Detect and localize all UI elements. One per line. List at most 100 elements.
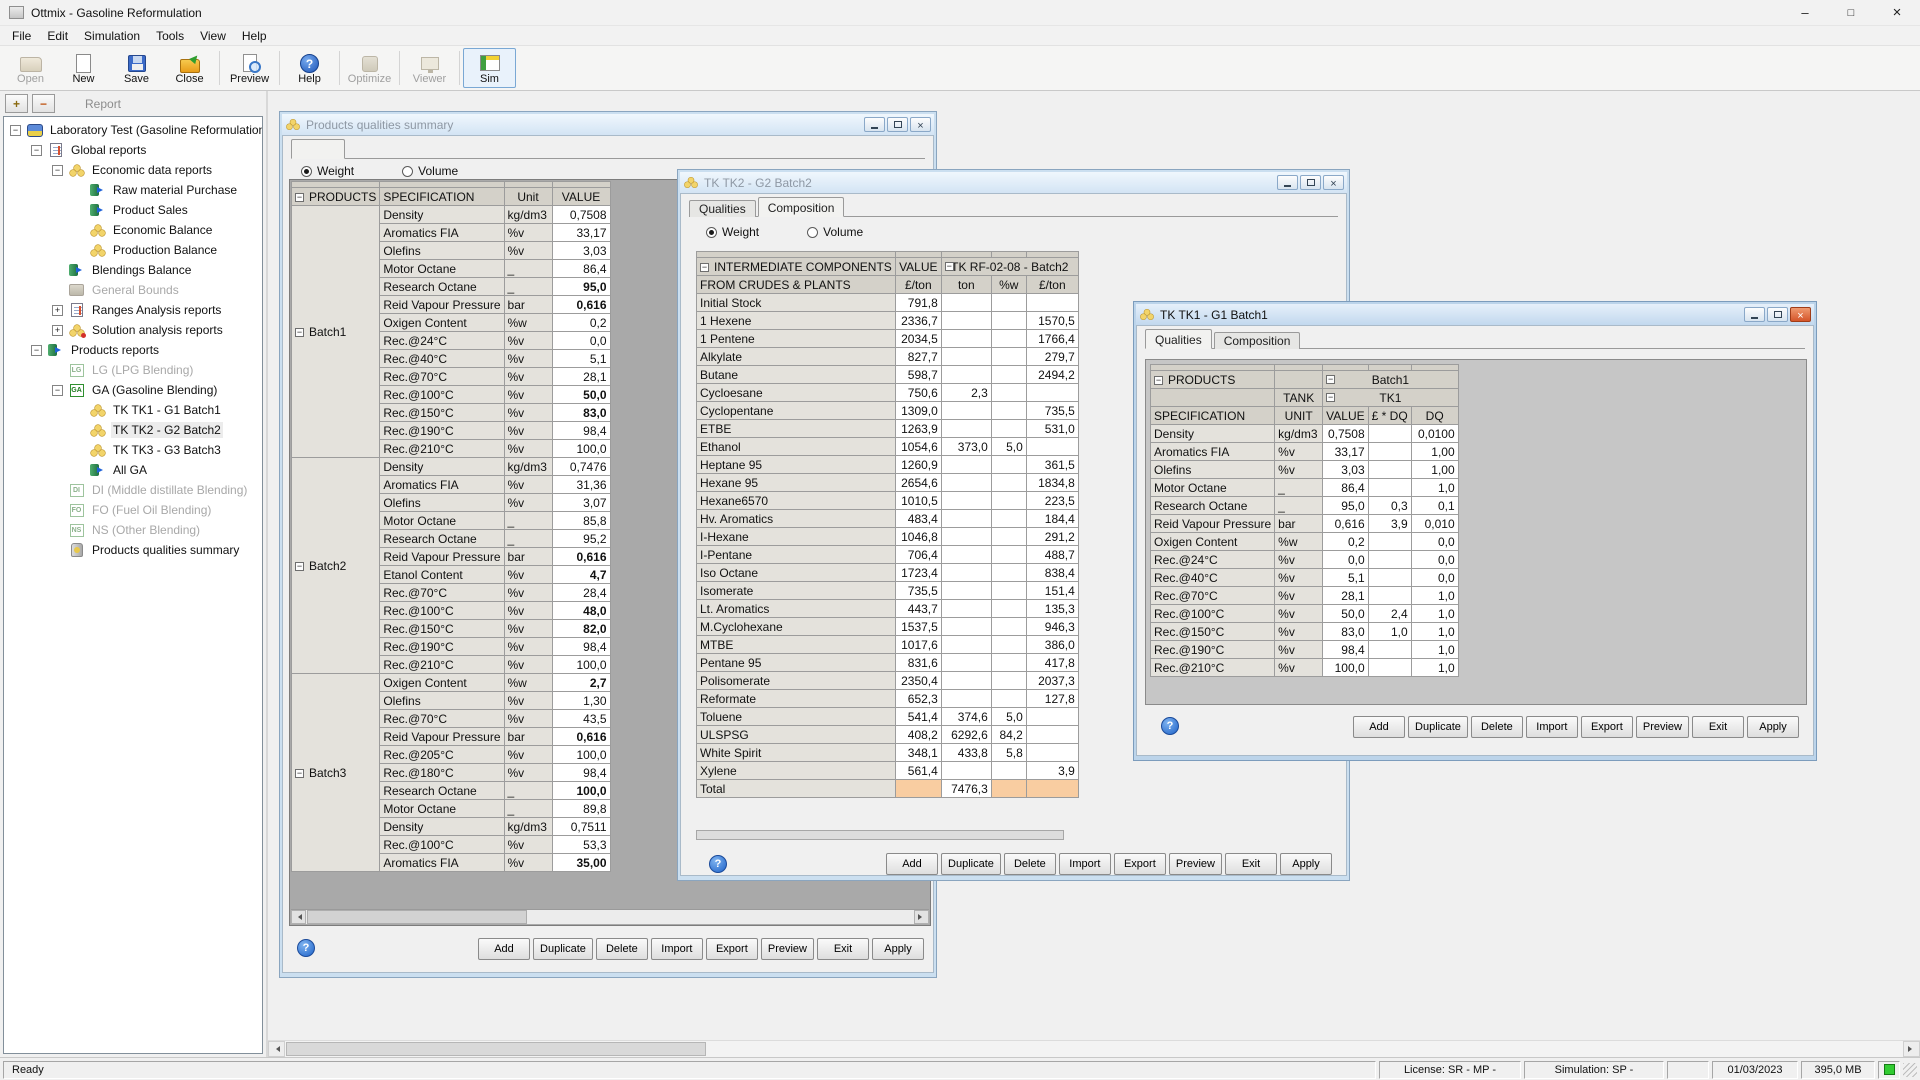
tk2-exit-button[interactable]: Exit [1225,853,1277,875]
unit-cell[interactable]: %v [1275,443,1323,461]
price-cell[interactable]: 386,0 [1026,636,1078,654]
unit-cell[interactable]: %v [504,692,552,710]
pw-cell[interactable] [991,636,1026,654]
window-titlebar[interactable]: TK TK1 - G1 Batch1 [1136,304,1814,325]
value-cell[interactable]: 2350,4 [895,672,941,690]
value-cell[interactable]: 50,0 [552,386,610,404]
tree-item[interactable]: Products qualities summary [4,540,262,560]
edq-cell[interactable] [1368,551,1411,569]
volume-radio[interactable]: Volume [807,225,863,239]
spec-cell[interactable]: Rec.@190°C [380,638,504,656]
spec-cell[interactable]: Olefins [1151,461,1275,479]
unit-cell[interactable]: %w [504,314,552,332]
value-cell[interactable]: 1309,0 [895,402,941,420]
ton-cell[interactable] [941,618,991,636]
price-cell[interactable] [1026,708,1078,726]
value-cell[interactable]: 1,30 [552,692,610,710]
value-cell[interactable]: 3,03 [1323,461,1368,479]
unit-header[interactable]: UNIT [1275,407,1323,425]
spec-cell[interactable]: Rec.@190°C [1151,641,1275,659]
unit-cell[interactable]: %v [1275,461,1323,479]
value-cell[interactable]: 0,2 [552,314,610,332]
total-cell[interactable] [1026,780,1078,798]
unit-cell[interactable]: bar [504,296,552,314]
dq-cell[interactable]: 1,00 [1411,461,1458,479]
price-cell[interactable] [1026,726,1078,744]
unit-cell[interactable]: _ [1275,497,1323,515]
value-cell[interactable]: 443,7 [895,600,941,618]
component-cell[interactable]: Hexane6570 [697,492,896,510]
window-restore-button[interactable] [887,117,908,132]
value-header[interactable]: VALUE [895,258,941,276]
tree-item[interactable]: −Global reports [4,140,262,160]
value-cell[interactable]: 0,7508 [552,206,610,224]
spec-cell[interactable]: Aromatics FIA [380,476,504,494]
unit-header[interactable]: £/ton [1026,276,1078,294]
dq-cell[interactable]: 1,0 [1411,605,1458,623]
close-button[interactable] [1874,0,1920,26]
tk1-delete-button[interactable]: Delete [1471,716,1523,738]
value-cell[interactable]: 0,7511 [552,818,610,836]
tab-summary[interactable] [291,139,345,159]
value-cell[interactable]: 0,7508 [1323,425,1368,443]
unit-cell[interactable]: %v [504,638,552,656]
spec-cell[interactable]: Rec.@100°C [380,602,504,620]
unit-cell[interactable]: %v [504,422,552,440]
tree-item[interactable]: NSNS (Other Blending) [4,520,262,540]
dq-cell[interactable]: 1,0 [1411,479,1458,497]
summary-exit-button[interactable]: Exit [817,938,869,960]
pw-cell[interactable] [991,384,1026,402]
spec-cell[interactable]: Oxigen Content [1151,533,1275,551]
menu-tools[interactable]: Tools [148,27,192,45]
unit-cell[interactable]: %v [504,710,552,728]
value-cell[interactable]: 95,0 [1323,497,1368,515]
pw-cell[interactable] [991,546,1026,564]
tree-item[interactable]: +Ranges Analysis reports [4,300,262,320]
collapse-icon[interactable] [295,193,304,202]
value-cell[interactable]: 0,616 [552,728,610,746]
tree-item[interactable]: −Products reports [4,340,262,360]
ton-cell[interactable] [941,528,991,546]
pw-cell[interactable] [991,294,1026,312]
spec-cell[interactable]: Aromatics FIA [380,224,504,242]
value-cell[interactable]: 0,7476 [552,458,610,476]
tree-item[interactable]: All GA [4,460,262,480]
weight-radio[interactable]: Weight [301,164,354,178]
spec-cell[interactable]: Research Octane [1151,497,1275,515]
unit-cell[interactable]: bar [504,548,552,566]
pw-cell[interactable] [991,312,1026,330]
unit-cell[interactable]: %v [504,656,552,674]
price-cell[interactable] [1026,744,1078,762]
volume-radio[interactable]: Volume [402,164,458,178]
edq-cell[interactable] [1368,479,1411,497]
scroll-left-icon[interactable] [268,1041,285,1057]
value-cell[interactable]: 0,616 [1323,515,1368,533]
ton-cell[interactable] [941,348,991,366]
total-cell[interactable] [991,780,1026,798]
spec-cell[interactable]: Rec.@190°C [380,422,504,440]
value-cell[interactable]: 100,0 [1323,659,1368,677]
price-cell[interactable]: 488,7 [1026,546,1078,564]
value-cell[interactable]: 598,7 [895,366,941,384]
unit-cell[interactable]: %v [504,854,552,872]
ton-cell[interactable]: 2,3 [941,384,991,402]
value-cell[interactable]: 561,4 [895,762,941,780]
component-cell[interactable]: M.Cyclohexane [697,618,896,636]
spec-cell[interactable]: Olefins [380,494,504,512]
tree-item[interactable]: LGLG (LPG Blending) [4,360,262,380]
scroll-right-icon[interactable] [914,910,929,924]
spec-cell[interactable]: Density [380,818,504,836]
unit-cell[interactable]: %v [504,566,552,584]
pw-cell[interactable] [991,456,1026,474]
unit-cell[interactable]: %v [504,404,552,422]
help-icon[interactable] [297,939,315,957]
value-cell[interactable]: 2654,6 [895,474,941,492]
spec-cell[interactable]: Etanol Content [380,566,504,584]
tree-item[interactable]: Blendings Balance [4,260,262,280]
value-cell[interactable]: 95,0 [552,278,610,296]
price-cell[interactable]: 279,7 [1026,348,1078,366]
spec-cell[interactable]: Density [1151,425,1275,443]
value-header[interactable]: VALUE [1323,407,1368,425]
value-cell[interactable]: 28,1 [1323,587,1368,605]
spec-cell[interactable]: Research Octane [380,278,504,296]
